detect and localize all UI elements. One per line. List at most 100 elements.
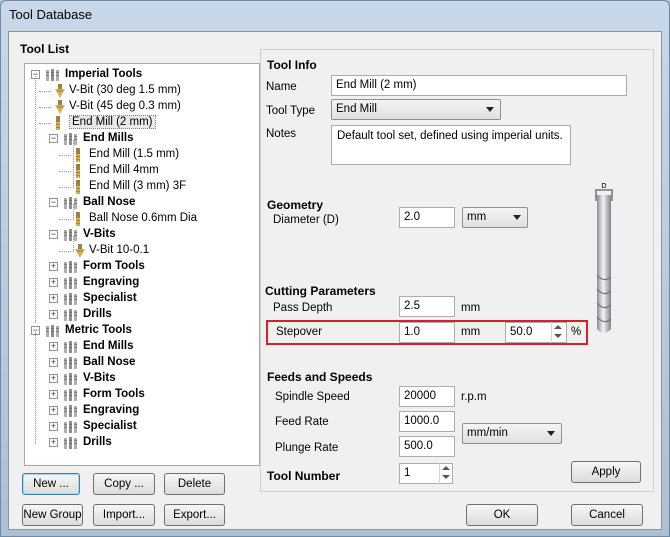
tree-connector: [39, 91, 51, 92]
tool-number-spinner[interactable]: [439, 463, 453, 484]
stepover-input[interactable]: 1.0: [399, 322, 455, 343]
tree-tool-node[interactable]: V-Bit (45 deg 0.3 mm): [69, 100, 181, 116]
rate-units-select[interactable]: mm/min: [462, 423, 562, 444]
tree-node-label: Ball Nose: [83, 356, 136, 368]
cancel-button[interactable]: Cancel: [571, 504, 643, 526]
expand-icon[interactable]: +: [49, 358, 58, 367]
end-mill-icon: [73, 148, 87, 162]
tool-type-select[interactable]: End Mill: [331, 99, 501, 120]
tool-name-input[interactable]: End Mill (2 mm): [331, 75, 627, 96]
new-tool-button[interactable]: New ...: [22, 473, 80, 495]
tree-group-node[interactable]: Engraving: [83, 404, 139, 420]
v-bit-icon: [53, 84, 67, 98]
spin-up-icon[interactable]: [442, 466, 450, 470]
copy-tool-button[interactable]: Copy ...: [93, 473, 155, 495]
tree-connector: [35, 76, 36, 323]
tree-tool-node[interactable]: V-Bit 10-0.1: [89, 244, 149, 260]
tree-connector: [39, 123, 51, 124]
end-mill-icon: [73, 164, 87, 178]
tree-group-node[interactable]: V-Bits: [83, 228, 116, 244]
tree-group-node[interactable]: Form Tools: [83, 260, 145, 276]
collapse-icon[interactable]: −: [49, 198, 58, 207]
tree-group-node[interactable]: End Mills: [83, 132, 133, 148]
expand-icon[interactable]: +: [49, 294, 58, 303]
tree-tool-node[interactable]: End Mill (2 mm): [69, 115, 156, 132]
tree-group-node[interactable]: Drills: [83, 308, 112, 324]
tool-group-icon: [63, 404, 78, 418]
tree-node-label: End Mill (1.5 mm): [89, 148, 180, 160]
spindle-speed-unit: r.p.m: [461, 391, 487, 403]
spin-up-icon[interactable]: [554, 325, 562, 329]
delete-tool-button[interactable]: Delete: [164, 473, 225, 495]
tree-node-label: Metric Tools: [65, 324, 132, 336]
expand-icon[interactable]: +: [49, 374, 58, 383]
spindle-speed-label: Spindle Speed: [275, 391, 350, 403]
collapse-icon[interactable]: −: [49, 134, 58, 143]
stepover-unit: mm: [461, 326, 481, 338]
geometry-units-select[interactable]: mm: [462, 207, 528, 228]
pass-depth-unit: mm: [461, 302, 481, 314]
tool-number-label: Tool Number: [267, 469, 341, 483]
expand-icon[interactable]: +: [49, 438, 58, 447]
tree-tool-node[interactable]: V-Bit (30 deg 1.5 mm): [69, 84, 181, 100]
plunge-rate-input[interactable]: 500.0: [399, 436, 455, 457]
tool-group-icon: [63, 436, 78, 450]
tree-group-node[interactable]: Ball Nose: [83, 196, 135, 212]
collapse-icon[interactable]: −: [49, 230, 58, 239]
tree-connector: [59, 171, 71, 172]
tree-connector: [59, 219, 71, 220]
apply-button[interactable]: Apply: [571, 461, 641, 483]
expand-icon[interactable]: +: [49, 406, 58, 415]
tool-group-icon: [63, 132, 78, 146]
tree-node-label: End Mills: [83, 132, 134, 144]
tree-group-node[interactable]: Engraving: [83, 276, 139, 292]
expand-icon[interactable]: +: [49, 278, 58, 287]
tree-tool-node[interactable]: End Mill (1.5 mm): [89, 148, 179, 164]
tree-node-label: Drills: [83, 308, 112, 320]
stepover-percent-spinner[interactable]: [551, 322, 565, 343]
expand-icon[interactable]: +: [49, 262, 58, 271]
tree-node-label: End Mills: [83, 340, 134, 352]
stepover-label: Stepover: [276, 326, 323, 338]
export-button[interactable]: Export...: [164, 504, 225, 526]
new-group-button[interactable]: New Group: [22, 504, 83, 526]
spin-down-icon[interactable]: [554, 334, 562, 338]
spindle-speed-input[interactable]: 20000: [399, 386, 455, 407]
pass-depth-input[interactable]: 2.5: [399, 296, 455, 317]
cutting-parameters-heading: Cutting Parameters: [265, 284, 376, 298]
tree-group-node[interactable]: Imperial Tools: [65, 68, 142, 84]
notes-textarea[interactable]: Default tool set, defined using imperial…: [331, 125, 571, 165]
tree-node-label: Engraving: [83, 276, 140, 288]
expand-icon[interactable]: +: [49, 422, 58, 431]
spin-down-icon[interactable]: [442, 475, 450, 479]
tool-tree[interactable]: − Imperial Tools V-Bit (30 deg 1.5 mm) V-Bi…: [24, 63, 260, 466]
ok-button[interactable]: OK: [466, 504, 538, 526]
end-mill-icon: [73, 212, 87, 226]
tree-group-node[interactable]: Drills: [83, 436, 112, 452]
tree-group-node[interactable]: Specialist: [83, 292, 137, 308]
tree-tool-node[interactable]: Ball Nose 0.6mm Dia: [89, 212, 197, 228]
dialog-client-area: Tool List − Imperial Tools V-Bit (30 deg 1…: [8, 31, 662, 530]
tree-group-node[interactable]: Form Tools: [83, 388, 145, 404]
tree-group-node[interactable]: V-Bits: [83, 372, 116, 388]
expand-icon[interactable]: +: [49, 390, 58, 399]
tree-tool-node[interactable]: End Mill (3 mm) 3F: [89, 180, 186, 196]
tree-node-label: End Mill (3 mm) 3F: [89, 180, 187, 192]
import-button[interactable]: Import...: [93, 504, 155, 526]
geometry-heading: Geometry: [267, 198, 324, 212]
expand-icon[interactable]: +: [49, 310, 58, 319]
tree-group-node[interactable]: Ball Nose: [83, 356, 135, 372]
diameter-input[interactable]: 2.0: [399, 207, 455, 228]
tree-group-node[interactable]: Specialist: [83, 420, 137, 436]
diagram-d-label: D: [601, 182, 606, 190]
tree-connector: [73, 204, 74, 220]
tree-node-label: V-Bit 10-0.1: [89, 244, 150, 256]
tool-group-icon: [63, 228, 78, 242]
tree-node-label: Ball Nose 0.6mm Dia: [89, 212, 198, 224]
feed-rate-input[interactable]: 1000.0: [399, 411, 455, 432]
tree-group-node[interactable]: Metric Tools: [65, 324, 132, 340]
tree-tool-node[interactable]: End Mill 4mm: [89, 164, 159, 180]
window-title: Tool Database: [9, 7, 93, 22]
expand-icon[interactable]: +: [49, 342, 58, 351]
tree-group-node[interactable]: End Mills: [83, 340, 133, 356]
